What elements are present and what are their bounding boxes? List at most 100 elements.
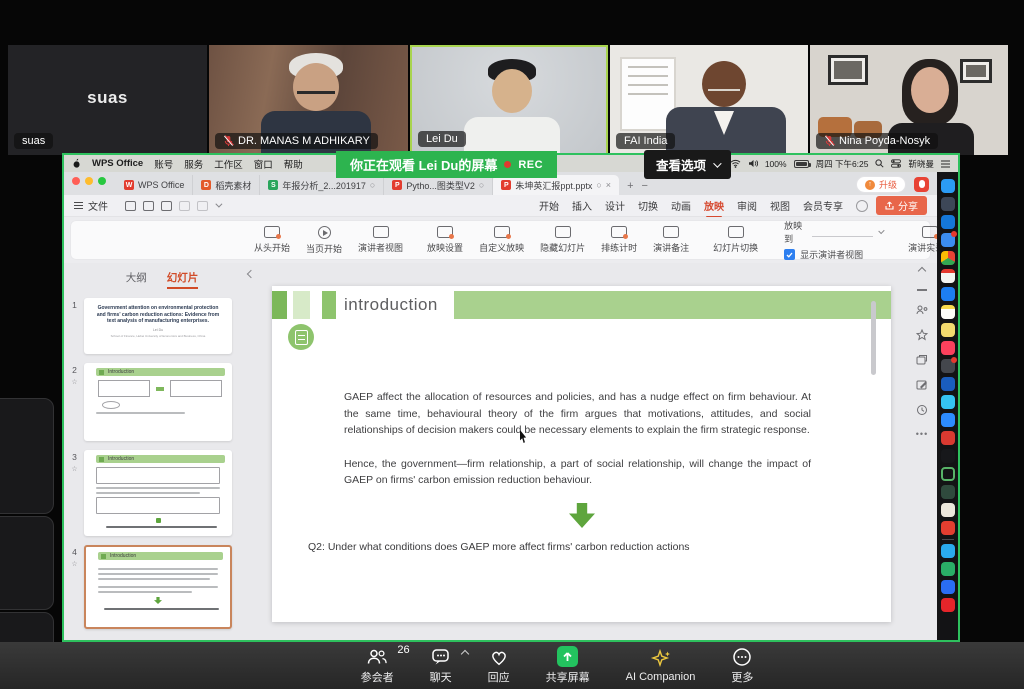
zoom-app-icon[interactable] xyxy=(941,413,955,427)
menu-account[interactable]: 账号 xyxy=(154,157,173,171)
search-icon[interactable] xyxy=(875,159,884,168)
menubar-user-name[interactable]: 靳晓曼 xyxy=(908,158,934,170)
app-store-icon[interactable] xyxy=(941,287,955,301)
ribbon-tab-design[interactable]: 设计 xyxy=(605,198,625,213)
menu-workspace[interactable]: 工作区 xyxy=(214,157,243,171)
window-controls[interactable] xyxy=(72,172,106,195)
tab-wps-home[interactable]: W WPS Office xyxy=(116,175,193,195)
scroll-up-icon[interactable] xyxy=(918,267,926,275)
menu-window[interactable]: 窗口 xyxy=(254,157,273,171)
slide-thumbnail-2[interactable]: Introduction xyxy=(84,363,232,441)
ribbon-tab-member[interactable]: 会员专享 xyxy=(803,198,843,213)
ai-companion-button[interactable]: AI Companion xyxy=(626,649,696,683)
video-tile-leidu-active-speaker[interactable]: Lei Du xyxy=(410,45,608,155)
video-tile-manas[interactable]: DR. MANAS M ADHIKARY xyxy=(209,45,408,155)
tab-outline[interactable]: 大纲 xyxy=(126,270,147,289)
slide-transition-button[interactable]: 幻灯片切换 xyxy=(705,226,766,254)
calendar-icon[interactable] xyxy=(941,269,955,283)
finder-icon[interactable] xyxy=(941,179,955,193)
ribbon-tab-review[interactable]: 审阅 xyxy=(737,198,757,213)
assistant-icon[interactable] xyxy=(856,200,868,212)
share-screen-button[interactable]: 共享屏幕 xyxy=(546,646,590,685)
menu-services[interactable]: 服务 xyxy=(184,157,203,171)
menubar-app-name[interactable]: WPS Office xyxy=(92,158,143,169)
hide-slide-button[interactable]: 隐藏幻灯片 xyxy=(532,226,593,254)
vertical-scrollbar-thumb[interactable] xyxy=(871,301,876,375)
ribbon-tab-transition[interactable]: 切换 xyxy=(638,198,658,213)
collapse-panel-icon[interactable] xyxy=(917,289,927,291)
chrome-icon[interactable] xyxy=(941,251,955,265)
tab-current-presentation[interactable]: P 朱坤英汇报ppt.pptx ○ × xyxy=(493,175,619,195)
custom-slideshow-button[interactable]: 自定义放映 xyxy=(471,226,532,254)
tab-spreadsheet[interactable]: S 年报分析_2...201917 ○ xyxy=(260,175,384,195)
menu-help[interactable]: 帮助 xyxy=(284,157,303,171)
more-tools-icon[interactable]: ••• xyxy=(916,429,928,439)
stickies-icon[interactable] xyxy=(941,323,955,337)
ribbon-tab-view[interactable]: 视图 xyxy=(770,198,790,213)
ribbon-tab-animation[interactable]: 动画 xyxy=(671,198,691,213)
redo-icon[interactable] xyxy=(197,201,208,211)
rehearse-timing-button[interactable]: 排练计时 xyxy=(593,226,645,254)
chat-button[interactable]: 聊天 xyxy=(430,647,452,685)
ribbon-tab-insert[interactable]: 插入 xyxy=(572,198,592,213)
reactions-button[interactable]: 回应 xyxy=(488,647,510,685)
video-tile-fai[interactable]: FAI India xyxy=(610,45,808,155)
video-tile-suas[interactable]: suas suas xyxy=(8,45,207,155)
new-tab-button[interactable]: + xyxy=(627,180,633,192)
message-badge-icon[interactable] xyxy=(914,177,929,192)
play-to-dropdown[interactable] xyxy=(812,228,873,237)
docs-icon[interactable] xyxy=(941,580,955,594)
preview-icon[interactable] xyxy=(161,201,172,211)
ribbon-tab-slideshow-active[interactable]: 放映 xyxy=(704,198,724,213)
screen-rec-app-icon[interactable] xyxy=(941,485,955,499)
tab-python-ppt[interactable]: P Pytho...图类型V2 ○ xyxy=(384,175,493,195)
save-icon[interactable] xyxy=(125,201,136,211)
word-icon[interactable] xyxy=(941,377,955,391)
collaborate-icon[interactable] xyxy=(916,304,928,316)
wechat-icon[interactable] xyxy=(941,562,955,576)
tab-docer[interactable]: D 稻壳素材 xyxy=(193,175,260,195)
history-clock-icon[interactable] xyxy=(916,404,928,416)
safari-icon[interactable] xyxy=(941,215,955,229)
share-button[interactable]: 分享 xyxy=(876,196,927,215)
terminal-icon[interactable] xyxy=(941,449,955,463)
start-from-current-button[interactable]: 当页开始 xyxy=(298,226,350,255)
list-icon[interactable] xyxy=(941,160,950,168)
zotero-icon[interactable] xyxy=(941,431,955,445)
favorite-star-icon[interactable] xyxy=(916,329,928,341)
edit-icon[interactable] xyxy=(916,379,928,391)
participants-button[interactable]: 26 参会者 xyxy=(361,647,394,685)
slide-thumbnail-4-selected[interactable]: Introduction xyxy=(84,545,232,629)
view-options-button[interactable]: 查看选项 xyxy=(644,150,731,179)
obs-ring-icon[interactable] xyxy=(941,467,955,481)
notes-icon[interactable] xyxy=(941,305,955,319)
edge-icon[interactable] xyxy=(941,395,955,409)
upgrade-button[interactable]: ↑ 升级 xyxy=(856,176,906,193)
tab-slides-active[interactable]: 幻灯片 xyxy=(167,270,199,289)
more-button[interactable]: 更多 xyxy=(731,647,753,685)
messages-icon[interactable] xyxy=(941,233,955,247)
hamburger-menu-icon[interactable] xyxy=(74,202,83,210)
slideshow-settings-button[interactable]: 放映设置 xyxy=(419,226,471,254)
control-center-icon[interactable] xyxy=(891,159,901,168)
start-from-beginning-button[interactable]: 从头开始 xyxy=(246,226,298,254)
wps-app-icon[interactable] xyxy=(941,521,955,535)
presenter-view-button[interactable]: 演讲者视图 xyxy=(350,226,411,254)
print-icon[interactable] xyxy=(143,201,154,211)
speaker-notes-button[interactable]: 演讲备注 xyxy=(645,226,697,254)
slide-thumbnail-3[interactable]: Introduction xyxy=(84,450,232,536)
tab-overflow-button[interactable]: − xyxy=(642,180,648,192)
mail-icon[interactable] xyxy=(941,359,955,373)
menubar-clock[interactable]: 周四 下午6:25 xyxy=(816,158,869,170)
slide-thumbnail-1[interactable]: Government attention on environmental pr… xyxy=(84,298,232,354)
tab-close-icon[interactable]: × xyxy=(606,180,611,190)
video-tile-nina[interactable]: Nina Poyda-Nosyk xyxy=(810,45,1008,155)
quick-access-dropdown-icon[interactable] xyxy=(215,201,222,208)
ribbon-tab-home[interactable]: 开始 xyxy=(539,198,559,213)
telegram-icon[interactable] xyxy=(941,544,955,558)
photos-icon[interactable] xyxy=(941,197,955,211)
undo-icon[interactable] xyxy=(179,201,190,211)
pdf-icon[interactable] xyxy=(941,598,955,612)
chat-menu-caret-icon[interactable] xyxy=(460,649,468,657)
music-icon[interactable] xyxy=(941,341,955,355)
